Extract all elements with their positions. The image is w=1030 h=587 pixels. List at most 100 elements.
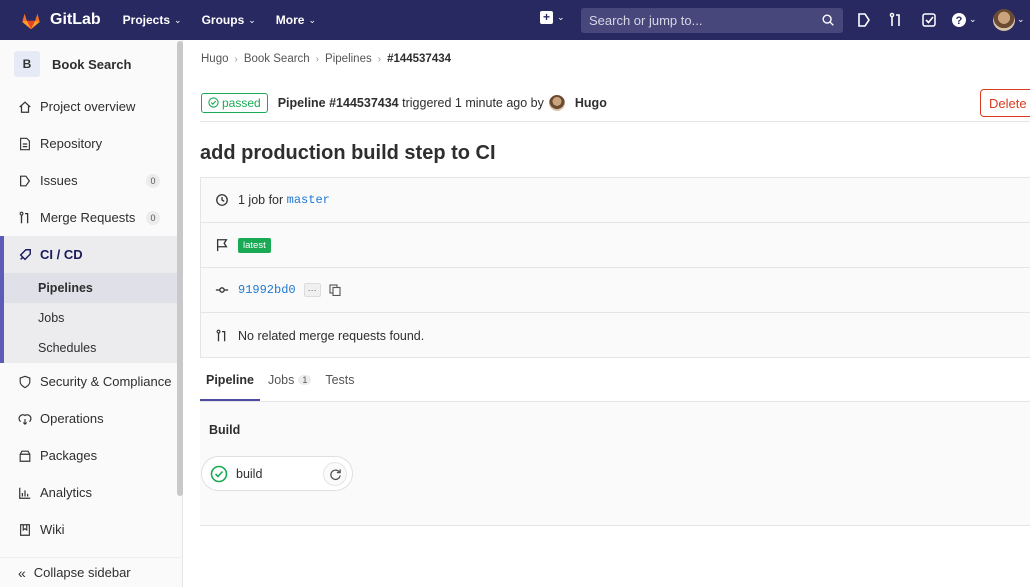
pipeline-info-box: 1 job for master latest 91992bd0 ··· No … (200, 177, 1030, 358)
sidebar-item-label: Operations (40, 411, 104, 426)
sidebar-item-wiki[interactable]: Wiki (0, 511, 182, 548)
check-circle-icon (210, 465, 228, 482)
todo-icon[interactable] (921, 12, 937, 28)
chevron-down-icon: ⌄ (1017, 14, 1025, 24)
issues-count-badge: 0 (146, 173, 160, 188)
shield-icon (19, 375, 31, 388)
collapse-sidebar-button[interactable]: « Collapse sidebar (0, 557, 183, 587)
sidebar-item-label: Analytics (40, 485, 93, 500)
commit-sha-link[interactable]: 91992bd0 (238, 283, 296, 297)
search-input[interactable] (589, 13, 809, 28)
user-avatar[interactable] (548, 94, 565, 111)
breadcrumb-current[interactable]: #144537434 (387, 53, 451, 65)
nav-projects[interactable]: Projects ⌄ (123, 13, 182, 27)
jobs-row: 1 job for master (201, 178, 1030, 223)
sidebar-item-cicd[interactable]: CI / CD (4, 236, 182, 273)
page-title: add production build step to CI (200, 142, 496, 164)
chevron-down-icon: ⌄ (969, 14, 977, 24)
commit-row: 91992bd0 ··· (201, 268, 1030, 313)
breadcrumb-pipelines[interactable]: Pipelines (325, 53, 372, 65)
clock-icon (216, 194, 228, 206)
jobs-count-badge: 1 (298, 375, 312, 385)
job-build[interactable]: build (201, 456, 353, 491)
help-icon[interactable]: ? (951, 12, 967, 28)
search-icon[interactable] (821, 13, 835, 27)
collapse-sidebar-label: Collapse sidebar (33, 565, 131, 580)
copy-icon[interactable] (329, 284, 341, 296)
sidebar-item-label: Wiki (40, 522, 65, 537)
delete-button[interactable]: Delete (980, 89, 1030, 117)
chevron-down-icon: ⌄ (174, 14, 182, 25)
gitlab-logo[interactable]: GitLab (20, 9, 101, 31)
check-circle-icon (208, 97, 219, 108)
user-avatar[interactable] (993, 9, 1015, 31)
chevron-down-icon: ⌄ (248, 14, 256, 25)
expand-commit-button[interactable]: ··· (303, 283, 321, 297)
retry-button[interactable] (323, 462, 347, 486)
chevron-right-icon: › (377, 53, 382, 65)
chevron-down-icon: ⌄ (557, 12, 565, 22)
job-name: build (236, 466, 263, 481)
tab-jobs[interactable]: Jobs 1 (262, 373, 317, 401)
doc-icon (20, 137, 30, 150)
sidebar-subitem-schedules[interactable]: Schedules (4, 333, 182, 363)
breadcrumb-user[interactable]: Hugo (201, 53, 229, 65)
tab-tests[interactable]: Tests (319, 373, 360, 401)
sidebar-project-header[interactable]: B Book Search (0, 40, 182, 88)
tab-pipeline[interactable]: Pipeline (200, 373, 260, 401)
jobs-count-text: 1 job for (238, 193, 284, 207)
new-dropdown-button[interactable]: + ⌄ (540, 11, 565, 24)
merge-request-icon[interactable] (888, 12, 904, 28)
book-icon (20, 523, 30, 536)
nav-more[interactable]: More ⌄ (276, 13, 316, 27)
sidebar-item-packages[interactable]: Packages (0, 437, 182, 474)
top-navbar: GitLab Projects⌄ Groups⌄ More⌄ +⌄ ? ⌄ ⌄ (0, 0, 1030, 40)
latest-badge: latest (238, 237, 271, 253)
nav-groups[interactable]: Groups ⌄ (202, 13, 256, 27)
sidebar-item-repository[interactable]: Repository (0, 125, 182, 162)
cloud-icon (18, 413, 32, 425)
mr-count-badge: 0 (146, 210, 160, 225)
merge-request-icon (19, 211, 29, 223)
sidebar: B Book Search Project overview Repositor… (0, 40, 183, 587)
sidebar-subitem-pipelines[interactable]: Pipelines (4, 273, 182, 303)
double-chevron-left-icon: « (18, 564, 26, 581)
gitlab-fox-icon (22, 13, 40, 30)
sidebar-item-label: Security & Compliance (40, 374, 172, 389)
nav-groups-label: Groups (201, 13, 245, 27)
sidebar-item-label: Issues (40, 173, 78, 188)
sidebar-item-operations[interactable]: Operations (0, 400, 182, 437)
stage-title: Build (209, 423, 241, 437)
no-mr-text: No related merge requests found. (238, 328, 425, 343)
sidebar-item-label: Packages (40, 448, 98, 463)
project-avatar: B (14, 51, 40, 77)
sidebar-item-issues[interactable]: Issues 0 (0, 162, 182, 199)
chevron-down-icon: ⌄ (308, 14, 317, 25)
nav-projects-label: Projects (122, 13, 171, 27)
issues-icon (20, 175, 31, 186)
sidebar-item-label: Repository (40, 136, 103, 151)
home-icon (19, 100, 31, 113)
flag-icon (216, 239, 228, 252)
branch-link[interactable]: master (287, 193, 330, 207)
sidebar-scrollbar[interactable] (177, 41, 183, 496)
breadcrumb-project[interactable]: Book Search (244, 53, 310, 65)
triggered-by-user[interactable]: Hugo (575, 96, 607, 110)
triggered-text: triggered 1 minute ago by (402, 95, 544, 110)
sidebar-item-merge-requests[interactable]: Merge Requests 0 (0, 199, 182, 236)
chevron-right-icon: › (315, 53, 320, 65)
status-badge[interactable]: passed (201, 92, 268, 113)
sidebar-item-security[interactable]: Security & Compliance (0, 363, 182, 400)
pipeline-graph: Build build (200, 402, 1030, 526)
sidebar-subitem-jobs[interactable]: Jobs (4, 303, 182, 333)
sidebar-item-analytics[interactable]: Analytics (0, 474, 182, 511)
sidebar-item-label: CI / CD (40, 247, 83, 262)
sidebar-section-cicd: CI / CD Pipelines Jobs Schedules (0, 236, 182, 363)
status-label: passed (222, 95, 261, 110)
commit-icon (215, 287, 229, 293)
sidebar-item-project-overview[interactable]: Project overview (0, 88, 182, 125)
sidebar-item-label: Project overview (40, 99, 136, 114)
issues-icon[interactable] (856, 12, 872, 28)
pipeline-id: Pipeline #144537434 (277, 95, 399, 110)
search-box[interactable] (581, 8, 843, 33)
